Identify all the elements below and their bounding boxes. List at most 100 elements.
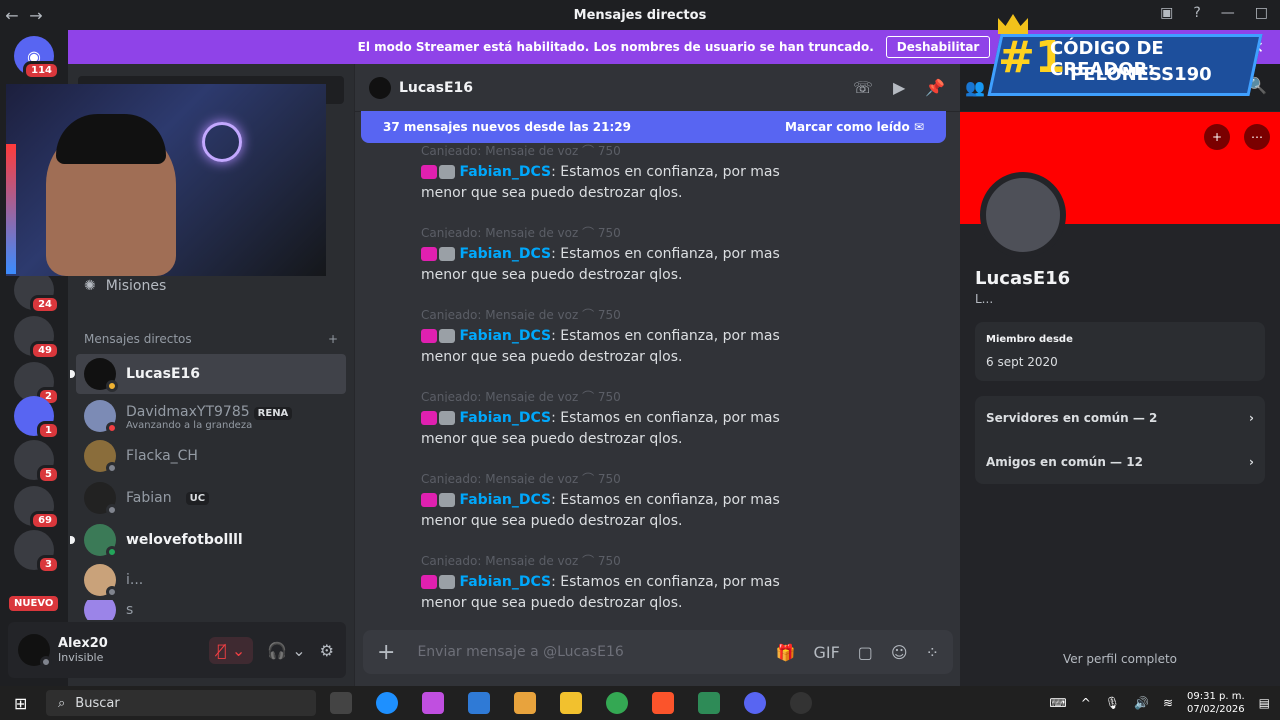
- mention[interactable]: Fabian_DCS: [459, 328, 551, 344]
- server-icon-1[interactable]: 24: [14, 270, 60, 314]
- mute-mic-icon[interactable]: 🎙̸ ⌄: [209, 636, 254, 664]
- view-full-profile-link[interactable]: Ver perfil completo: [960, 652, 1280, 666]
- add-friend-icon[interactable]: +: [1204, 124, 1230, 150]
- server-icon-6[interactable]: 69: [14, 486, 60, 530]
- mail-icon[interactable]: [468, 692, 490, 714]
- more-options-icon[interactable]: ⋯: [1244, 124, 1270, 150]
- mention[interactable]: Fabian_DCS: [459, 246, 551, 262]
- add-dm-icon[interactable]: +: [328, 332, 338, 346]
- add-friend-icon[interactable]: 👥: [965, 78, 985, 97]
- status-indicator: [40, 656, 52, 668]
- gem-icon: [439, 411, 455, 425]
- volume-icon[interactable]: 🔊: [1134, 696, 1149, 710]
- app-icon[interactable]: [698, 692, 720, 714]
- dm-item-flacka[interactable]: Flacka_CH: [76, 436, 346, 476]
- voice-redeem-text: Canjeado: Mensaje de voz ⌒ 750: [421, 226, 621, 238]
- missions-label: Misiones: [105, 278, 167, 294]
- streamer-hair: [56, 114, 166, 164]
- unread-indicator: [70, 536, 75, 544]
- message[interactable]: Canjeado: Mensaje de voz ⌒ 750 Fabian_DC…: [421, 142, 799, 218]
- status-indicator: [106, 504, 118, 516]
- dm-item-s[interactable]: s: [76, 600, 346, 620]
- task-view-icon[interactable]: [330, 692, 352, 714]
- user-panel: Alex20 Invisible 🎙̸ ⌄ 🎧 ⌄ ⚙: [8, 622, 346, 678]
- creator-code-overlay: #1 CÓDIGO DE CREADOR: PELONESS190: [987, 14, 1263, 96]
- chrome-icon[interactable]: [606, 692, 628, 714]
- notifications-icon[interactable]: ▤: [1259, 696, 1270, 710]
- message[interactable]: Canjeado: Mensaje de voz ⌒ 750 Fabian_DC…: [421, 388, 799, 464]
- user-avatar[interactable]: [18, 634, 52, 668]
- clan-tag: RENA: [253, 407, 293, 420]
- dm-item-welovefotbollll[interactable]: welovefotbollll: [70, 520, 346, 560]
- call-icon[interactable]: ☏: [853, 78, 873, 97]
- server-icon-4[interactable]: 1: [14, 396, 60, 440]
- file-explorer-icon[interactable]: [560, 692, 582, 714]
- chevron-up-icon[interactable]: ^: [1081, 696, 1091, 710]
- gift-icon[interactable]: 🎁: [776, 643, 796, 662]
- status-indicator: [106, 462, 118, 474]
- message[interactable]: Canjeado: Mensaje de voz ⌒ 750 Fabian_DC…: [421, 470, 799, 546]
- windows-start-icon[interactable]: ⊞: [14, 694, 27, 713]
- edge-icon[interactable]: [376, 692, 398, 714]
- wifi-icon[interactable]: ≋: [1163, 696, 1173, 710]
- store-icon[interactable]: [514, 692, 536, 714]
- keyboard-icon[interactable]: ⌨: [1049, 696, 1066, 710]
- dm-item-fabian[interactable]: Fabian UC: [76, 478, 346, 518]
- message[interactable]: Canjeado: Mensaje de voz ⌒ 750 Fabian_DC…: [421, 306, 799, 382]
- home-button[interactable]: ◉ 114: [14, 36, 60, 80]
- mutual-servers-row[interactable]: Servidores en común — 2 ›: [986, 411, 1254, 425]
- composer-placeholder[interactable]: Enviar mensaje a @LucasE16: [417, 644, 623, 660]
- message[interactable]: Canjeado: Mensaje de voz ⌒ 750 Fabian_DC…: [421, 224, 799, 300]
- mention[interactable]: Fabian_DCS: [459, 492, 551, 508]
- apps-icon[interactable]: ⁘: [926, 643, 939, 662]
- mutual-servers-label: Servidores en común — 2: [986, 411, 1158, 425]
- profile-subtitle: L...: [975, 292, 994, 306]
- gem-icon: [439, 165, 455, 179]
- server-badge: 49: [30, 341, 60, 360]
- discord-icon[interactable]: [744, 692, 766, 714]
- microphone-icon[interactable]: 🎙: [1105, 696, 1120, 710]
- gear-icon[interactable]: ⚙: [320, 641, 334, 660]
- server-icon-5[interactable]: 5: [14, 440, 60, 484]
- taskbar-search[interactable]: ⌕ Buscar: [46, 690, 316, 716]
- gif-icon[interactable]: GIF: [813, 643, 839, 662]
- pin-icon[interactable]: 📌: [925, 78, 945, 97]
- dm-item-i[interactable]: i...: [76, 560, 346, 600]
- avatar: [84, 440, 118, 474]
- mention[interactable]: Fabian_DCS: [459, 574, 551, 590]
- headphones-icon[interactable]: 🎧 ⌄: [267, 641, 305, 660]
- server-icon-7[interactable]: 3: [14, 530, 60, 574]
- user-name: Alex20: [58, 636, 108, 651]
- dm-item-lucase16[interactable]: LucasE16: [70, 354, 346, 394]
- obs-icon[interactable]: [790, 692, 812, 714]
- brave-icon[interactable]: [652, 692, 674, 714]
- new-messages-text: 37 mensajes nuevos desde las 21:29: [383, 120, 631, 134]
- message[interactable]: Canjeado: Mensaje de voz ⌒ 750 Fabian_DC…: [421, 552, 799, 628]
- server-icon-2[interactable]: 49: [14, 316, 60, 360]
- dm-item-davidmax[interactable]: DavidmaxYT9785 RENA Avanzando a la grande…: [76, 396, 346, 436]
- mark-read-button[interactable]: Marcar como leído ✉: [785, 120, 924, 134]
- sticker-icon[interactable]: ▢: [858, 643, 873, 662]
- heart-icon: [421, 493, 437, 507]
- missions-link[interactable]: ✺ Misiones: [84, 278, 166, 294]
- heart-icon: [421, 411, 437, 425]
- clock[interactable]: 09:31 p. m. 07/02/2026: [1187, 690, 1245, 716]
- user-status: Invisible: [58, 651, 104, 664]
- voice-redeem-text: Canjeado: Mensaje de voz ⌒ 750: [421, 308, 621, 320]
- dm-header: Mensajes directos +: [84, 332, 338, 346]
- mutual-friends-row[interactable]: Amigos en común — 12 ›: [986, 455, 1254, 469]
- disable-button[interactable]: Deshabilitar: [885, 36, 991, 58]
- profile-avatar[interactable]: [980, 172, 1066, 258]
- avatar: [84, 358, 118, 392]
- status-indicator: [106, 380, 118, 392]
- new-messages-bar[interactable]: 37 mensajes nuevos desde las 21:29 Marca…: [361, 111, 946, 143]
- mention[interactable]: Fabian_DCS: [459, 164, 551, 180]
- mention[interactable]: Fabian_DCS: [459, 410, 551, 426]
- taskbar: ⊞ ⌕ Buscar ⌨ ^ 🎙 🔊 ≋ 09:31 p. m. 07/02/2…: [0, 686, 1280, 720]
- dm-status-text: Avanzando a la grandeza: [126, 420, 253, 431]
- add-attachment-icon[interactable]: +: [377, 640, 395, 665]
- message-composer[interactable]: + Enviar mensaje a @LucasE16 🎁 GIF ▢ ☺ ⁘: [363, 630, 953, 674]
- copilot-icon[interactable]: [422, 692, 444, 714]
- emoji-icon[interactable]: ☺: [891, 643, 908, 662]
- video-icon[interactable]: ▶: [893, 78, 905, 97]
